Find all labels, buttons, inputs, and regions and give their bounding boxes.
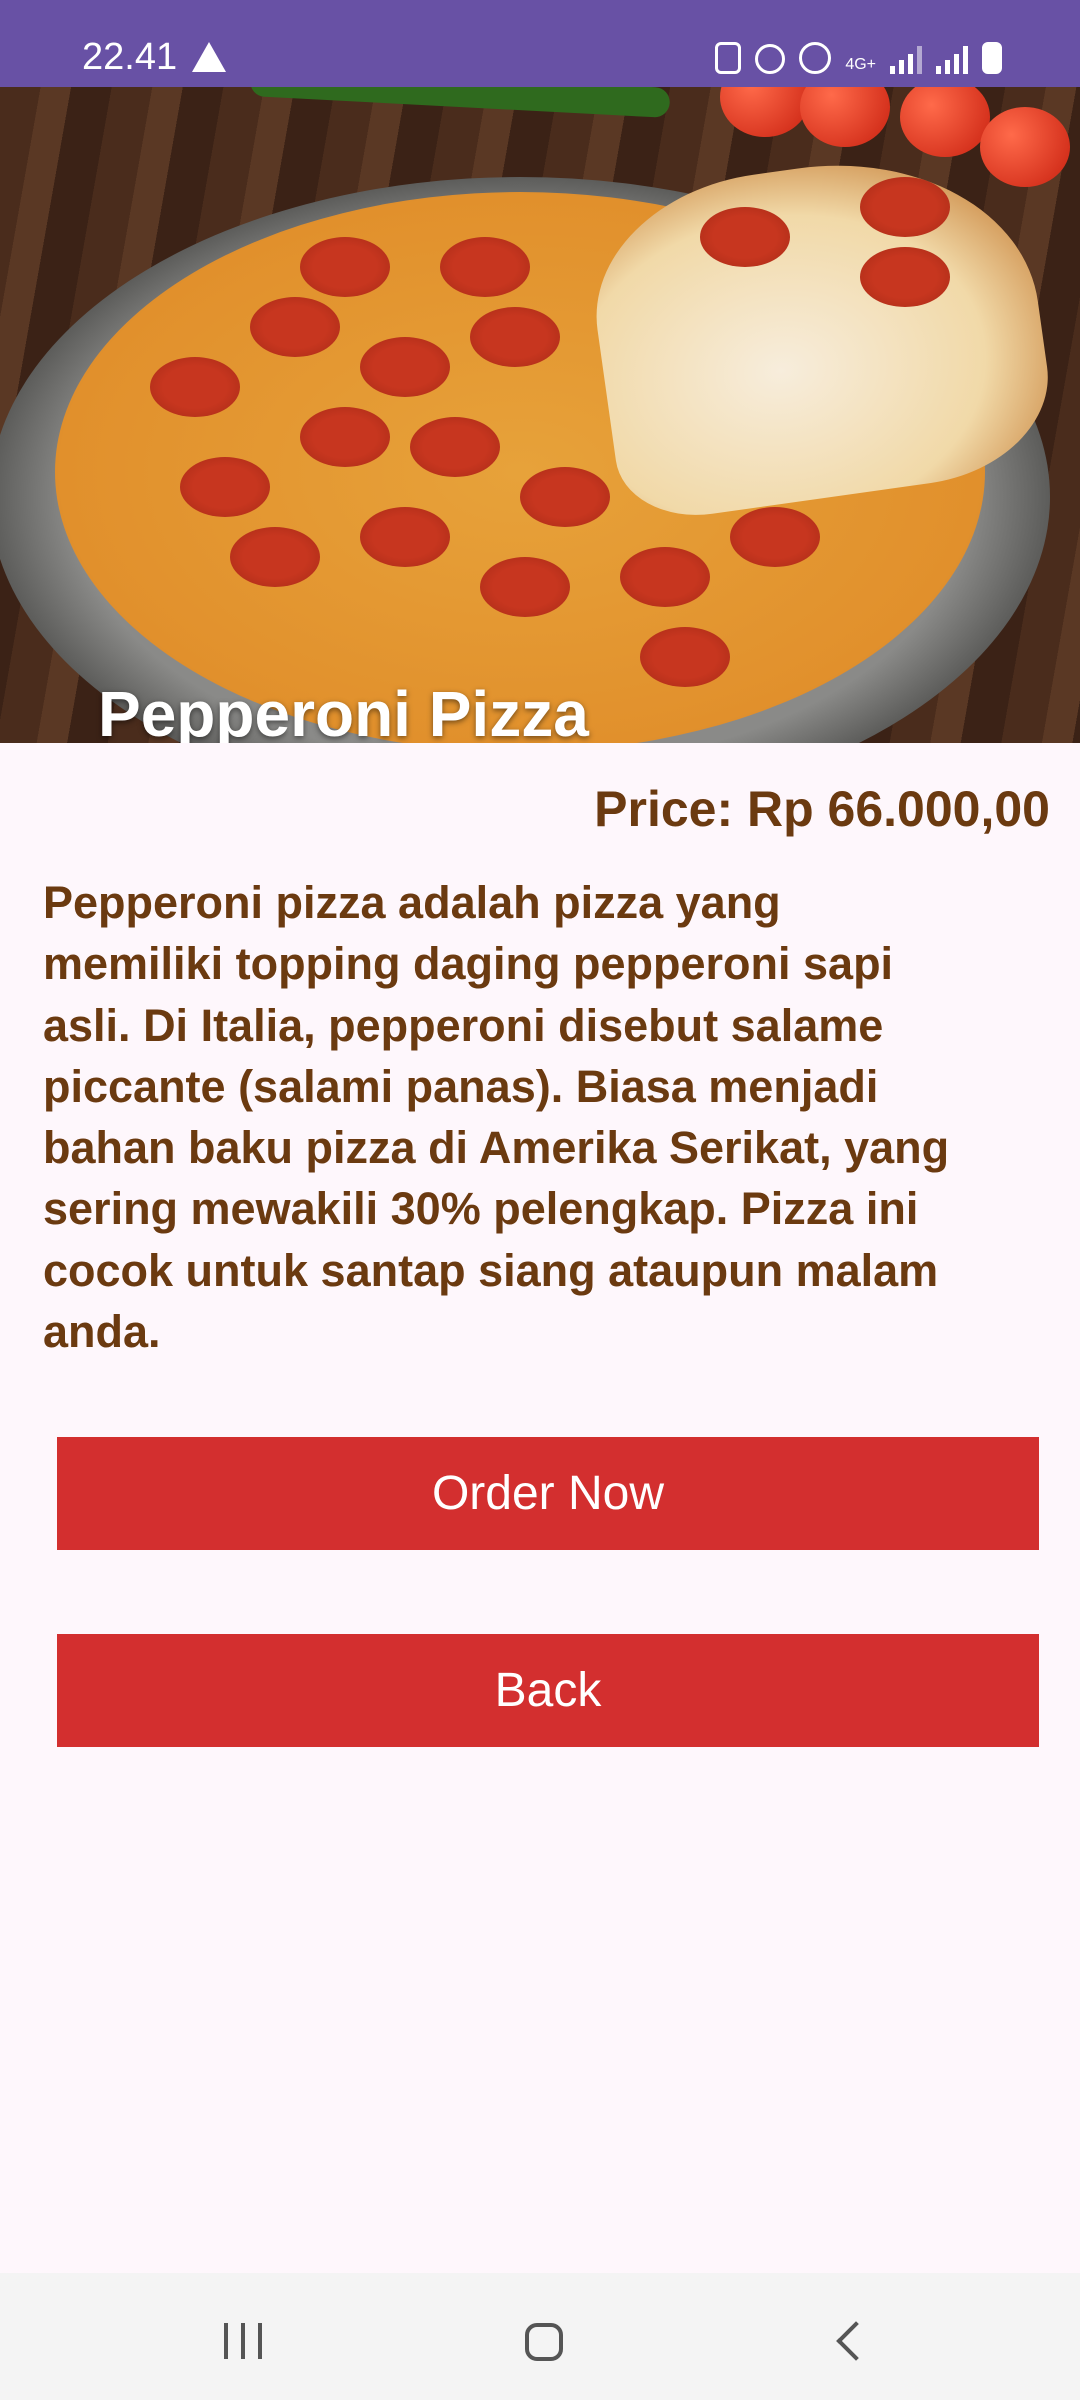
description-line: anda. [43,1306,161,1358]
signal-icon [936,44,968,74]
hotspot-icon [799,42,832,74]
home-icon[interactable] [525,2323,563,2361]
product-title: Pepperoni Pizza [98,678,589,743]
order-now-button[interactable]: Order Now [57,1437,1039,1550]
description-line: cocok untuk santap siang ataupun malam [43,1244,939,1296]
4g-plus-icon: 4G+ [845,56,876,73]
back-icon[interactable] [836,2321,876,2361]
status-time: 22.41 [82,36,178,78]
description-line: Pepperoni pizza adalah pizza yang [43,877,781,928]
status-bar: 22.41 4G+ [0,0,1080,87]
description-line: bahan baku pizza di Amerika Serikat, yan… [43,1122,950,1174]
warning-icon [192,42,226,72]
status-icons: 4G+ [715,42,1002,74]
signal-icon [890,44,922,74]
product-description: Pepperoni pizza adalah pizza yang memili… [43,872,949,1362]
pizza-image: Pepperoni Pizza [0,87,1080,743]
product-price: Price: Rp 66.000,00 [594,781,1050,837]
description-line: sering mewakili 30% pelengkap. Pizza ini [43,1183,919,1235]
description-line: asli. Di Italia, pepperoni disebut salam… [43,999,884,1051]
alarm-icon [755,44,786,74]
recent-apps-icon[interactable] [224,2323,262,2359]
back-button[interactable]: Back [57,1634,1039,1747]
description-line: memiliki topping daging pepperoni sapi [43,938,894,990]
battery-saver-icon [715,42,742,74]
description-line: piccante (salami panas). Biasa menjadi [43,1060,879,1112]
battery-charging-icon [982,42,1002,74]
navigation-bar [0,2273,1080,2400]
